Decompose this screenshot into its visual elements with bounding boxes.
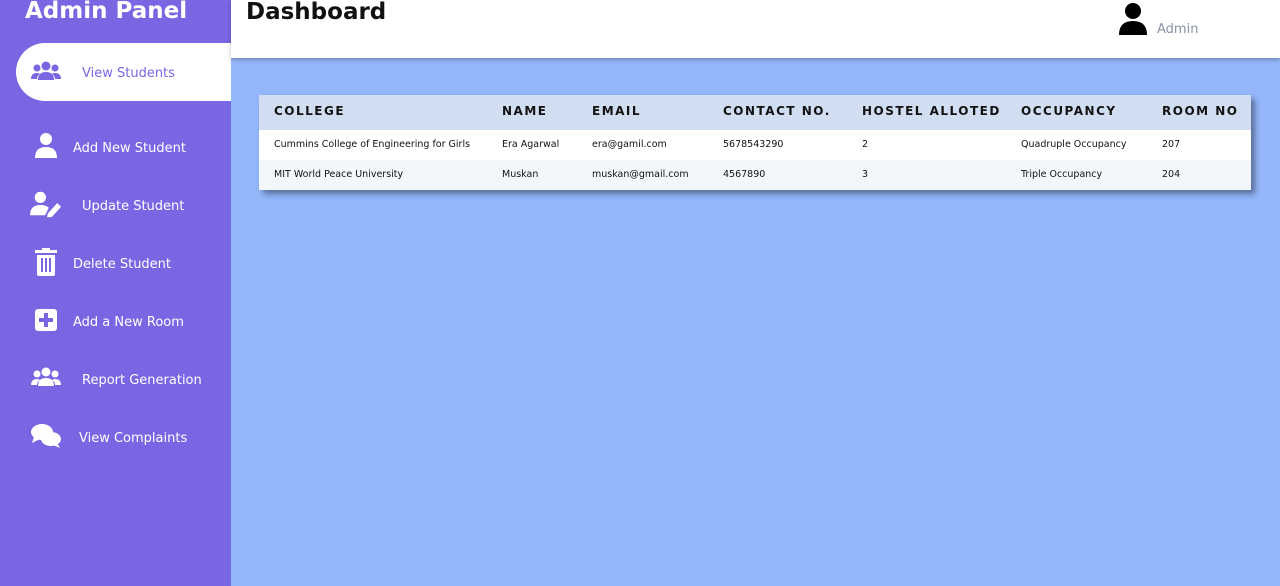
page-title: Dashboard xyxy=(246,0,387,25)
plus-square-icon xyxy=(30,305,62,335)
column-header: OCCUPANCY xyxy=(1021,104,1117,118)
table-cell: 2 xyxy=(862,139,869,150)
table-cell: Triple Occupancy xyxy=(1021,169,1103,180)
sidebar-item-view-students[interactable]: View Students xyxy=(16,43,231,101)
users-icon xyxy=(30,363,62,393)
table-cell: 3 xyxy=(862,169,869,180)
column-header: NAME xyxy=(502,104,548,118)
sidebar-item-label: View Complaints xyxy=(79,431,188,446)
table-cell: 5678543290 xyxy=(723,139,784,150)
column-header: COLLEGE xyxy=(274,104,346,118)
top-bar: Dashboard Admin xyxy=(231,0,1280,58)
table-header: COLLEGE NAME EMAIL CONTACT NO. HOSTEL AL… xyxy=(259,95,1251,130)
brand-title: Admin Panel xyxy=(25,0,188,24)
column-header: HOSTEL ALLOTED xyxy=(862,104,1001,118)
sidebar-item-label: Add a New Room xyxy=(73,315,184,330)
user-icon xyxy=(30,131,62,161)
sidebar-item-label: Report Generation xyxy=(82,373,202,388)
user-icon[interactable] xyxy=(1117,2,1149,36)
table-cell: Quadruple Occupancy xyxy=(1021,139,1127,150)
sidebar-item-label: Update Student xyxy=(82,199,185,214)
sidebar-item-add-new-student[interactable]: Add New Student xyxy=(16,117,231,175)
sidebar-item-label: View Students xyxy=(82,66,175,81)
sidebar-item-delete-student[interactable]: Delete Student xyxy=(16,233,231,291)
table-cell: Era Agarwal xyxy=(502,139,560,150)
column-header: ROOM NO xyxy=(1162,104,1239,118)
column-header: EMAIL xyxy=(592,104,642,118)
table-cell: 4567890 xyxy=(723,169,766,180)
trash-icon xyxy=(30,247,62,277)
table-cell: MIT World Peace University xyxy=(274,169,404,180)
user-edit-icon xyxy=(30,189,62,219)
sidebar-item-label: Delete Student xyxy=(73,257,172,272)
sidebar-item-label: Add New Student xyxy=(73,141,186,156)
sidebar-item-view-complaints[interactable]: View Complaints xyxy=(16,407,231,465)
students-table: COLLEGE NAME EMAIL CONTACT NO. HOSTEL AL… xyxy=(259,95,1251,190)
table-cell: Cummins College of Engineering for Girls xyxy=(274,139,471,150)
table-row: Cummins College of Engineering for Girls… xyxy=(259,130,1251,160)
table-cell: 207 xyxy=(1162,139,1181,150)
sidebar-item-report-generation[interactable]: Report Generation xyxy=(16,349,231,407)
column-header: CONTACT NO. xyxy=(723,104,831,118)
table-cell: muskan@gmail.com xyxy=(592,169,689,180)
users-icon xyxy=(30,57,62,87)
sidebar-item-add-room[interactable]: Add a New Room xyxy=(16,291,231,349)
sidebar-item-update-student[interactable]: Update Student xyxy=(16,175,231,233)
table-cell: 204 xyxy=(1162,169,1181,180)
table-row: MIT World Peace University Muskan muskan… xyxy=(259,160,1251,190)
table-cell: Muskan xyxy=(502,169,539,180)
user-name[interactable]: Admin xyxy=(1157,22,1198,37)
sidebar: Admin Panel View Students Add New Studen… xyxy=(0,0,231,586)
table-cell: era@gamil.com xyxy=(592,139,667,150)
comments-icon xyxy=(30,421,62,451)
